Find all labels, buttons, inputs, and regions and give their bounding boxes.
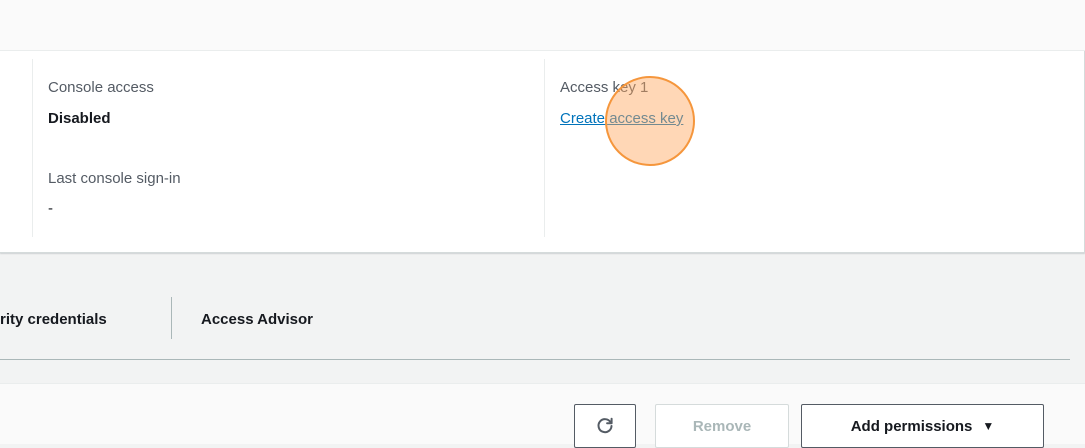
tab-divider xyxy=(171,297,172,339)
refresh-icon xyxy=(596,417,614,435)
last-signin-label: Last console sign-in xyxy=(48,170,181,187)
column-divider xyxy=(32,59,33,237)
add-permissions-label: Add permissions xyxy=(850,417,973,435)
page-header-strip xyxy=(0,0,1085,51)
column-divider xyxy=(544,59,545,237)
console-access-label: Console access xyxy=(48,79,154,96)
console-access-value: Disabled xyxy=(48,110,111,127)
user-summary-card: Console access Disabled Last console sig… xyxy=(0,51,1085,253)
last-signin-value: - xyxy=(48,200,53,217)
add-permissions-button[interactable]: Add permissions ▼ xyxy=(801,404,1044,448)
tab-access-advisor[interactable]: Access Advisor xyxy=(201,311,313,328)
remove-button-label: Remove xyxy=(692,417,752,435)
access-key-label: Access key 1 xyxy=(560,79,649,96)
tab-security-credentials[interactable]: rity credentials xyxy=(0,311,107,328)
remove-button[interactable]: Remove xyxy=(655,404,789,448)
refresh-button[interactable] xyxy=(574,404,636,448)
caret-down-icon: ▼ xyxy=(982,419,995,433)
create-access-key-link[interactable]: Create access key xyxy=(560,110,683,127)
user-details-tabs: rity credentials Access Advisor xyxy=(0,297,1070,360)
